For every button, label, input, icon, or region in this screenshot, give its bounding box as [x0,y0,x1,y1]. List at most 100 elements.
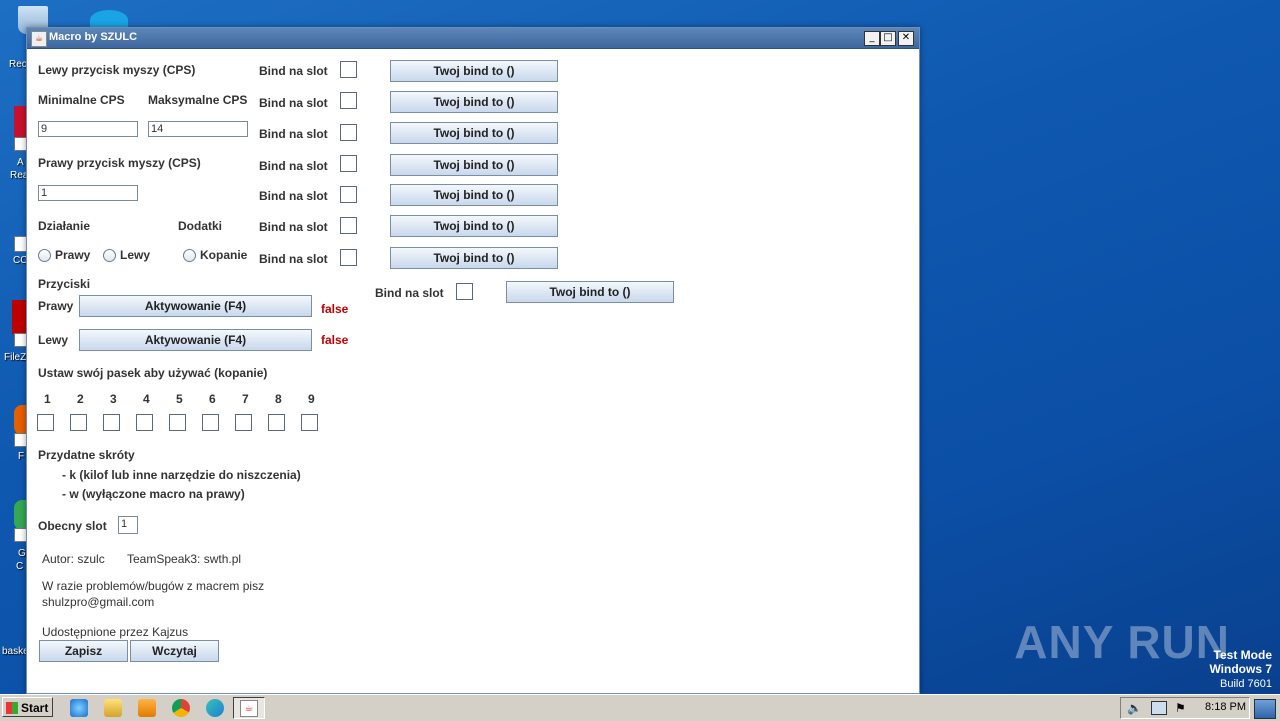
bind-button-8[interactable]: Twoj bind to () [506,281,674,303]
bind-button-4[interactable]: Twoj bind to () [390,154,558,176]
radio-left-label[interactable]: Lewy [120,248,150,262]
shortcut-k: - k (kilof lub inne narzędzie do niszcze… [62,468,301,482]
shortcut-w: - w (wyłączone macro na prawy) [62,487,245,501]
bind-slot-checkbox-1[interactable] [340,61,357,78]
chrome-taskbar-icon[interactable] [172,699,190,717]
bind-button-1[interactable]: Twoj bind to () [390,60,558,82]
bind-button-7[interactable]: Twoj bind to () [390,247,558,269]
hotbar-num-8: 8 [275,392,282,406]
hotbar-num-6: 6 [209,392,216,406]
radio-right[interactable] [38,249,51,262]
action-center-flag-icon[interactable]: ⚑ [1175,701,1186,715]
activate-right-button[interactable]: Aktywowanie (F4) [79,295,312,317]
hotbar-checkbox-3[interactable] [103,414,120,431]
load-button[interactable]: Wczytaj [130,640,219,662]
start-button[interactable]: Start [2,697,53,717]
bind-slot-checkbox-2[interactable] [340,92,357,109]
radio-right-label[interactable]: Prawy [55,248,90,262]
min-cps-label: Minimalne CPS [38,93,125,107]
hotbar-num-9: 9 [308,392,315,406]
hotbar-checkbox-5[interactable] [169,414,186,431]
max-cps-input[interactable]: 14 [148,121,248,137]
hotbar-checkbox-4[interactable] [136,414,153,431]
left-row-label: Lewy [38,333,69,347]
minimize-button[interactable]: _ [864,31,880,46]
radio-left[interactable] [103,249,116,262]
bind-slot-checkbox-4[interactable] [340,155,357,172]
macro-window: ☕ Macro by SZULC _ □ ✕ Lewy przycisk mys… [26,27,920,694]
problems-line-2: shulzpro@gmail.com [42,595,155,609]
left-mouse-label: Lewy przycisk myszy (CPS) [38,63,196,77]
taskbar-clock[interactable]: 8:18 PM [1205,701,1246,713]
desktop-label-c: C [16,561,24,572]
radio-digging-label[interactable]: Kopanie [200,248,247,262]
desktop-label-a: A [17,157,24,168]
bind-button-2[interactable]: Twoj bind to () [390,91,558,113]
window-titlebar[interactable]: ☕ Macro by SZULC _ □ ✕ [27,28,919,49]
bind-slot-label-3: Bind na slot [259,127,328,141]
bind-button-6[interactable]: Twoj bind to () [390,215,558,237]
bind-slot-checkbox-5[interactable] [340,186,357,203]
windows-version-label: Windows 7 [1209,662,1272,676]
min-cps-input[interactable]: 9 [38,121,138,137]
bind-slot-checkbox-6[interactable] [340,217,357,234]
close-button[interactable]: ✕ [898,31,914,46]
hotbar-num-4: 4 [143,392,150,406]
extras-label: Dodatki [178,219,223,233]
desktop-label-g: G [18,548,26,559]
anyrun-watermark: ANY RUN [1014,616,1230,668]
hotbar-checkbox-9[interactable] [301,414,318,431]
bind-button-5[interactable]: Twoj bind to () [390,184,558,206]
shortcuts-label: Przydatne skróty [38,448,135,462]
hotbar-num-1: 1 [44,392,51,406]
filezilla-icon[interactable] [12,300,26,334]
hotbar-checkbox-6[interactable] [202,414,219,431]
chrome-icon[interactable] [14,500,26,530]
bind-button-3[interactable]: Twoj bind to () [390,122,558,144]
author-label: Autor: szulc [42,552,105,566]
desktop-label-rec: Rec [9,59,27,70]
maximize-button[interactable]: □ [880,31,896,46]
bind-slot-label-5: Bind na slot [259,189,328,203]
bind-slot-checkbox-3[interactable] [340,124,357,141]
desktop-label-f: F [18,451,25,462]
windows-logo-icon [6,702,18,714]
start-label: Start [21,701,49,715]
network-icon[interactable] [1151,701,1167,715]
bind-slot-label-7: Bind na slot [259,252,328,266]
edge-icon[interactable] [206,699,224,717]
hotbar-checkbox-7[interactable] [235,414,252,431]
java-app-taskbar-button[interactable]: ☕ [233,697,265,719]
right-mouse-label: Prawy przycisk myszy (CPS) [38,156,201,170]
right-cps-input[interactable]: 1 [38,185,138,201]
hotbar-num-7: 7 [242,392,249,406]
hotbar-checkbox-8[interactable] [268,414,285,431]
test-mode-label: Test Mode [1213,648,1272,662]
save-button[interactable]: Zapisz [39,640,128,662]
action-label: Działanie [38,219,91,233]
ie-icon[interactable] [70,699,88,717]
explorer-folder-icon[interactable] [104,699,122,717]
hotbar-checkbox-2[interactable] [70,414,87,431]
desktop-label-filez: FileZ [4,352,27,363]
right-row-label: Prawy [38,299,74,313]
firefox-icon[interactable] [14,405,26,435]
radio-digging[interactable] [183,249,196,262]
bind-slot-label-8: Bind na slot [375,286,444,300]
activate-left-button[interactable]: Aktywowanie (F4) [79,329,312,351]
bind-slot-label-1: Bind na slot [259,64,328,78]
media-player-icon[interactable] [138,699,156,717]
hotbar-num-5: 5 [176,392,183,406]
current-slot-field: 1 [118,516,138,534]
volume-icon[interactable]: 🔈 [1127,701,1142,715]
hotbar-label: Ustaw swój pasek aby używać (kopanie) [38,366,268,380]
window-title: Macro by SZULC [49,31,138,43]
show-desktop-button[interactable] [1254,699,1276,719]
bind-slot-checkbox-7[interactable] [340,249,357,266]
bind-slot-checkbox-8[interactable] [456,283,473,300]
hotbar-checkbox-1[interactable] [37,414,54,431]
bind-slot-label-6: Bind na slot [259,220,328,234]
build-label: Build 7601 [1220,678,1272,690]
desktop-label-baske: baske [2,646,29,657]
teamspeak-label: TeamSpeak3: swth.pl [127,552,242,566]
